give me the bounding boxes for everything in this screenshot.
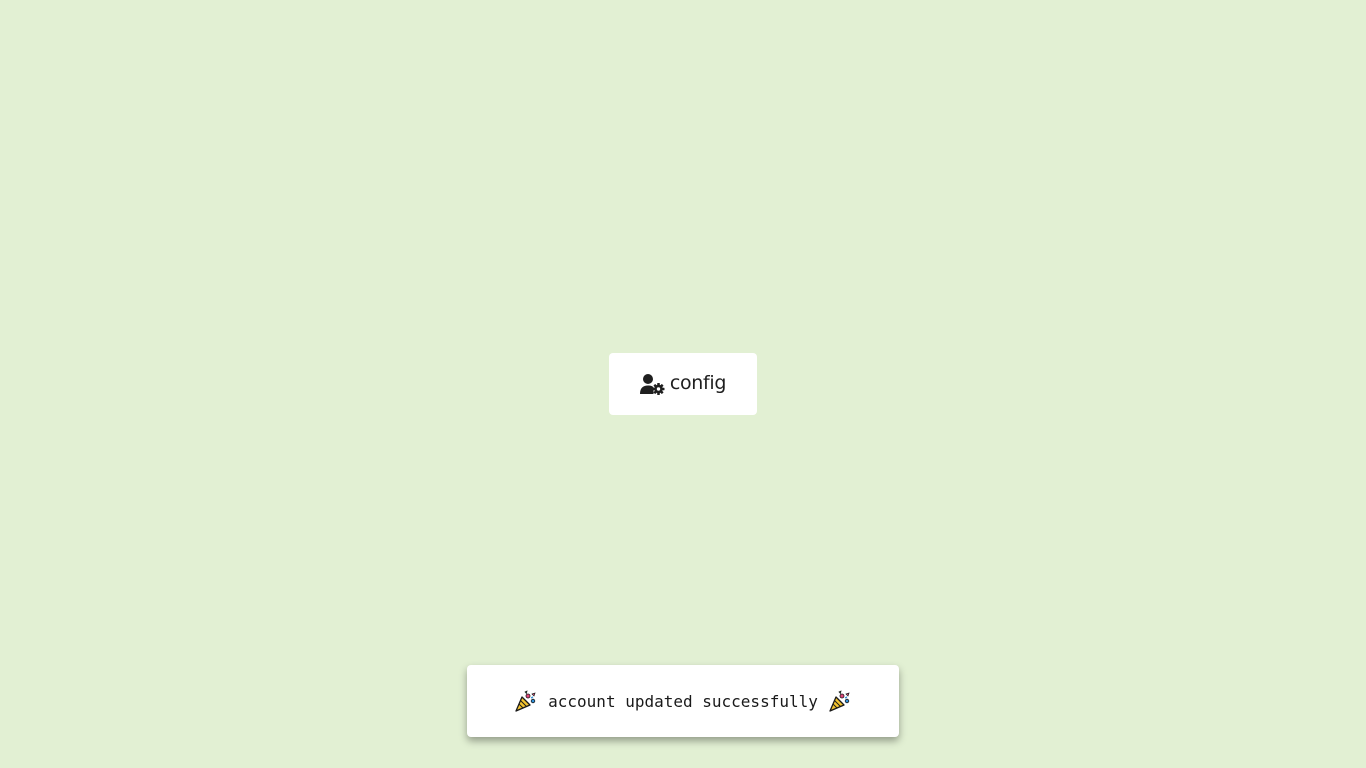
party-popper-icon <box>828 689 852 713</box>
party-popper-icon <box>514 689 538 713</box>
config-button[interactable]: config <box>609 353 757 415</box>
toast-notification: account updated successfully <box>467 665 899 737</box>
config-button-label: config <box>669 372 727 394</box>
user-gear-icon <box>639 373 665 395</box>
toast-message: account updated successfully <box>548 691 818 711</box>
page: config account updated successfully <box>0 0 1366 768</box>
